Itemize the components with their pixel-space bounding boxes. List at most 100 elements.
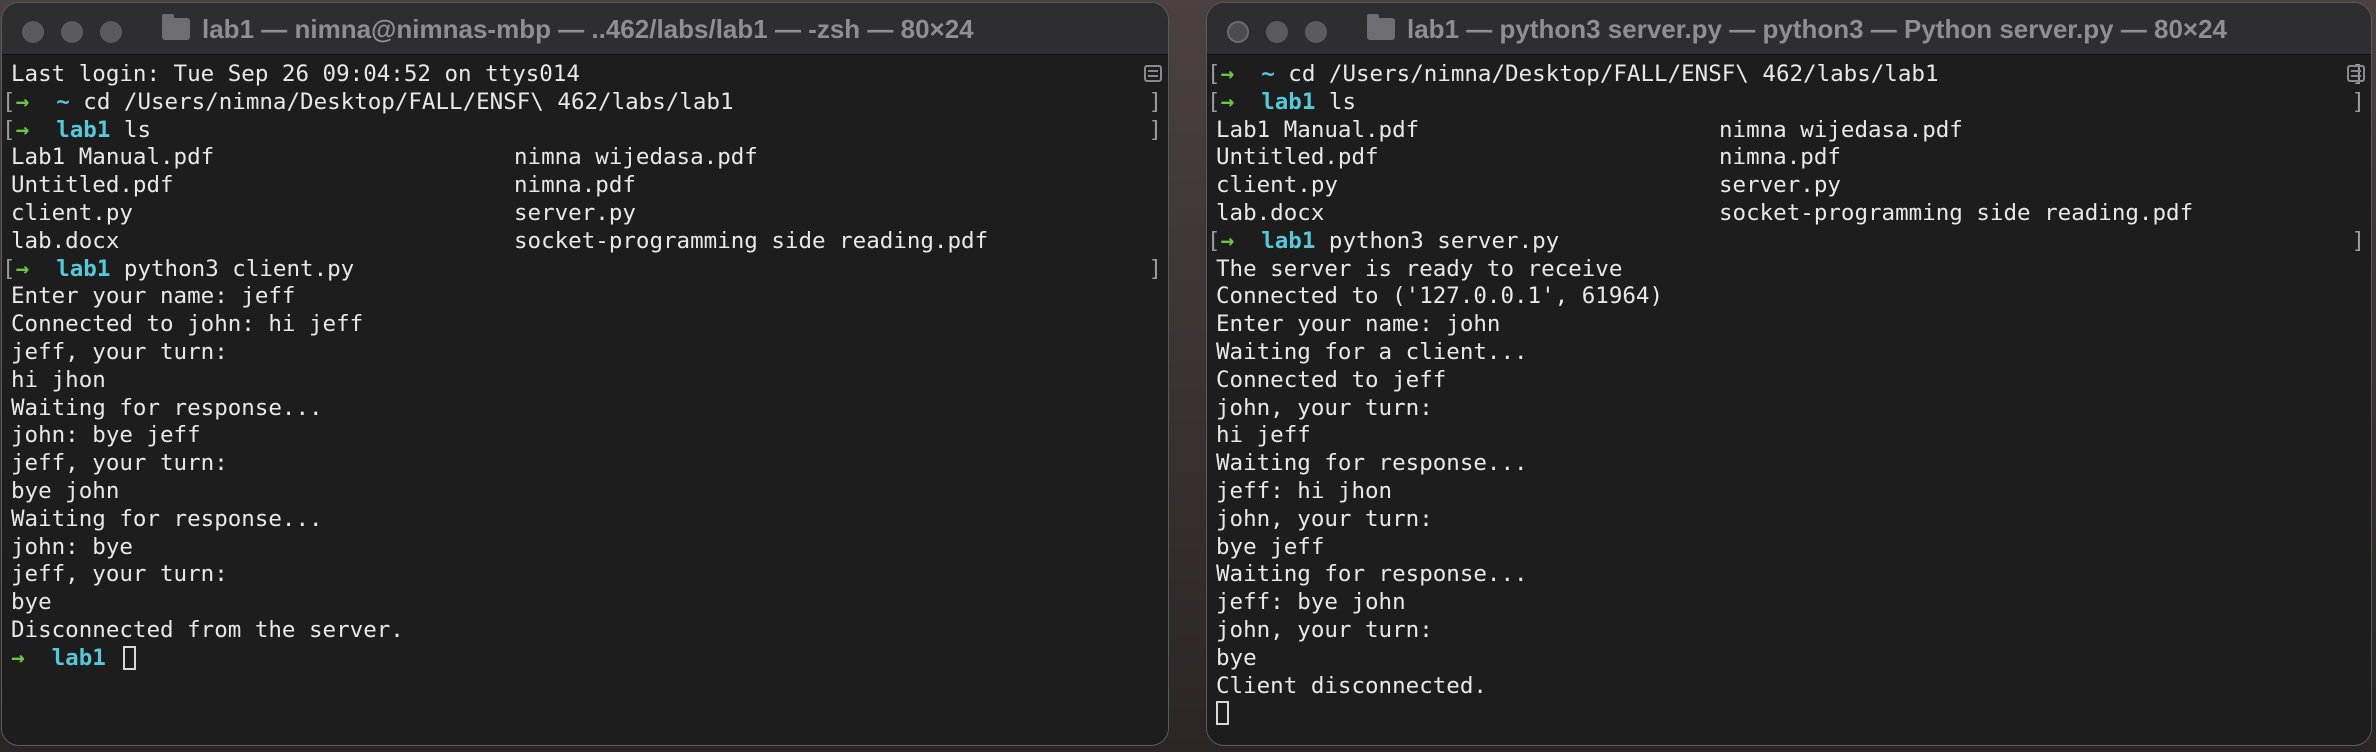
file-name: server.py [1719,172,1841,199]
terminal-line: Client disconnected. [1216,673,2335,701]
close-button[interactable] [22,21,44,43]
prompt-mark-bracket: [ [2,116,16,143]
terminal-line: Last login: Tue Sep 26 09:04:52 on ttys0… [11,61,1132,89]
output-text: john: bye [11,533,133,560]
prompt-directory: lab1 [51,644,106,671]
file-name: socket-programming side reading.pdf [514,227,989,254]
terminal-line: Waiting for response... [1216,450,2335,478]
prompt-arrow-icon: → [1220,61,1235,87]
output-text: Enter your name: jeff [11,283,296,310]
terminal-line: john: bye jeff [11,422,1132,450]
file-listing-row: lab.docx socket-programming side reading.… [11,228,1132,256]
prompt-arrow-icon: → [15,116,30,143]
prompt-line: [→ lab1 ls] [2,116,1162,145]
output-text: Connected to jeff [1216,366,1447,393]
output-text: Waiting for response... [1216,561,1528,588]
prompt-line: [→ lab1 ls] [1207,88,2365,117]
file-listing-row: Lab1 Manual.pdf nimna wijedasa.pdf [11,144,1132,172]
output-text: Client disconnected. [1216,672,1487,699]
output-text: john: bye jeff [11,422,201,449]
output-text: Waiting for a client... [1216,338,1528,365]
file-name: socket-programming side reading.pdf [1719,199,2194,226]
file-name: nimna wijedasa.pdf [514,144,758,171]
active-prompt-line: → lab1 [11,645,1132,673]
terminal-window-client[interactable]: lab1 — nimna@nimnas-mbp — ..462/labs/lab… [1,2,1169,746]
scrollback-marks-icon[interactable] [1144,65,1162,82]
terminal-output[interactable]: [→ ~ cd /Users/nimna/Desktop/FALL/ENSF\ … [1207,61,2365,745]
terminal-line: bye [11,589,1132,617]
prompt-directory: lab1 [56,255,111,282]
output-text: Waiting for response... [11,394,323,421]
prompt-arrow-icon: → [11,644,25,671]
terminal-output[interactable]: Last login: Tue Sep 26 09:04:52 on ttys0… [2,61,1162,745]
zoom-button[interactable] [1305,21,1327,43]
terminal-line: jeff, your turn: [11,450,1132,478]
prompt-directory: lab1 [56,116,111,143]
prompt-directory: lab1 [1261,88,1316,115]
title-bar[interactable]: lab1 — nimna@nimnas-mbp — ..462/labs/lab… [2,3,1168,55]
terminal-line: john, your turn: [1216,506,2335,534]
terminal-line: bye jeff [1216,534,2335,562]
close-button[interactable] [1227,21,1249,43]
zoom-button[interactable] [100,21,122,43]
terminal-line: Enter your name: john [1216,311,2335,339]
terminal-line: Connected to john: hi jeff [11,311,1132,339]
terminal-window-server[interactable]: lab1 — python3 server.py — python3 — Pyt… [1206,2,2372,746]
output-text: Last login: Tue Sep 26 09:04:52 on ttys0… [11,61,580,87]
minimize-button[interactable] [61,21,83,43]
prompt-mark-bracket: [ [2,88,16,115]
terminal-line: hi jeff [1216,422,2335,450]
prompt-mark-bracket-end: ] [1148,255,1162,282]
prompt-arrow-icon: → [15,88,30,115]
command-text: ls [1328,88,1357,115]
terminal-line: Connected to ('127.0.0.1', 61964) [1216,283,2335,311]
window-title: lab1 — python3 server.py — python3 — Pyt… [1367,3,2351,55]
text-cursor [1216,701,1229,726]
file-name: nimna.pdf [514,172,636,199]
prompt-directory: ~ [1261,61,1275,87]
window-controls [1227,21,1327,43]
output-text: bye jeff [1216,533,1325,560]
output-text: jeff, your turn: [11,561,228,588]
output-text: The server is ready to receive [1216,255,1623,282]
file-name: lab.docx [1216,199,1325,226]
terminal-line: Waiting for response... [11,395,1132,423]
file-name: Lab1 Manual.pdf [11,144,215,171]
file-name: Untitled.pdf [1216,144,1379,171]
terminal-line: jeff, your turn: [11,561,1132,589]
scrollback-marks-icon[interactable] [2347,65,2365,82]
terminal-line: john, your turn: [1216,617,2335,645]
folder-icon [162,14,190,40]
desktop: lab1 — nimna@nimnas-mbp — ..462/labs/lab… [0,0,2376,752]
file-name: server.py [514,199,636,226]
terminal-line: jeff: hi jhon [1216,478,2335,506]
file-name: client.py [1216,172,1338,199]
minimize-button[interactable] [1266,21,1288,43]
file-name: Untitled.pdf [11,172,174,199]
prompt-mark-bracket-end: ] [2351,227,2365,254]
file-name: Lab1 Manual.pdf [1216,116,1420,143]
file-listing-row: lab.docx socket-programming side reading.… [1216,200,2335,228]
output-text: Connected to john: hi jeff [11,311,364,338]
terminal-line: Waiting for response... [11,506,1132,534]
output-text: bye [11,589,52,616]
cursor-line [1216,700,2335,728]
prompt-mark-bracket: [ [1207,227,1221,254]
file-listing-row: Untitled.pdf nimna.pdf [1216,144,2335,172]
prompt-arrow-icon: → [1220,88,1235,115]
prompt-line: [→ ~ cd /Users/nimna/Desktop/FALL/ENSF\ … [2,88,1162,117]
command-text: ls [123,116,152,143]
terminal-line: Enter your name: jeff [11,283,1132,311]
output-text: john, your turn: [1216,616,1433,643]
window-title-text: lab1 — python3 server.py — python3 — Pyt… [1407,13,2228,44]
terminal-line: jeff, your turn: [11,339,1132,367]
terminal-line: jeff: bye john [1216,589,2335,617]
file-name: nimna wijedasa.pdf [1719,116,1963,143]
terminal-line: Waiting for response... [1216,561,2335,589]
terminal-line: Waiting for a client... [1216,339,2335,367]
title-bar[interactable]: lab1 — python3 server.py — python3 — Pyt… [1207,3,2371,55]
prompt-directory: ~ [56,88,70,115]
terminal-line: hi jhon [11,367,1132,395]
file-name: lab.docx [11,227,120,254]
output-text: jeff: hi jhon [1216,477,1393,504]
